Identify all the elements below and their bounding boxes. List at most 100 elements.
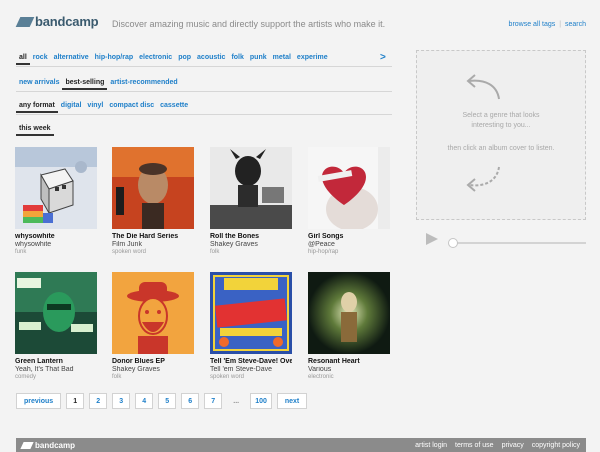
genre-divider [16, 66, 392, 67]
album-card[interactable]: Donor Blues EP Shakey Graves folk [112, 272, 194, 380]
artist-login-link[interactable]: artist login [415, 442, 447, 449]
album-title[interactable]: Tell 'Em Steve-Dave! Overkill Episodes [210, 358, 292, 365]
pagination: previous 1 2 3 4 5 6 7 ... 100 next [16, 393, 312, 409]
page-6-button[interactable]: 6 [181, 393, 200, 409]
time-tab-this-week[interactable]: this week [16, 122, 54, 136]
pagination-ellipsis: ... [233, 397, 240, 405]
genre-tab-alternative[interactable]: alternative [51, 51, 92, 65]
genre-tab-metal[interactable]: metal [270, 51, 294, 65]
tagline: Discover amazing music and directly supp… [112, 19, 386, 29]
album-cover[interactable] [308, 272, 390, 354]
play-icon[interactable] [424, 232, 440, 246]
genre-tab-experimental[interactable]: experime [294, 51, 331, 65]
search-link[interactable]: search [565, 21, 586, 28]
album-card[interactable]: whysowhite whysowhite funk [15, 147, 97, 255]
page-1-button[interactable]: 1 [66, 393, 85, 409]
bandcamp-logo[interactable]: bandcamp [15, 14, 99, 29]
page-5-button[interactable]: 5 [158, 393, 177, 409]
next-page-button[interactable]: next [276, 393, 308, 409]
footer-logo-mark-icon [20, 441, 34, 449]
album-genre: electronic [308, 374, 334, 380]
genre-tab-hip-hop-rap[interactable]: hip-hop/rap [92, 51, 137, 65]
album-card[interactable]: Girl Songs @Peace hip-hop/rap [308, 147, 390, 255]
sort-tab-new-arrivals[interactable]: new arrivals [16, 76, 62, 90]
top-links-separator: | [559, 21, 562, 28]
page-4-button[interactable]: 4 [135, 393, 154, 409]
album-title[interactable]: The Die Hard Series [112, 233, 194, 240]
album-card[interactable]: Resonant Heart Various electronic [308, 272, 390, 380]
album-title[interactable]: Resonant Heart [308, 358, 390, 365]
album-cover[interactable] [112, 272, 194, 354]
genre-next-arrow-icon[interactable]: > [380, 52, 386, 63]
page-100-button[interactable]: 100 [250, 393, 272, 409]
curved-arrow-up-icon [466, 74, 500, 100]
genre-tab-punk[interactable]: punk [247, 51, 270, 65]
player-placeholder: Select a genre that looks interesting to… [416, 50, 586, 220]
format-tab-digital[interactable]: digital [58, 99, 85, 113]
album-artist[interactable]: @Peace [308, 241, 390, 248]
album-title[interactable]: whysowhite [15, 233, 97, 240]
format-divider [16, 114, 392, 115]
format-tab-compact-disc[interactable]: compact disc [106, 99, 157, 113]
copyright-policy-link[interactable]: copyright policy [532, 442, 580, 449]
album-cover[interactable] [210, 272, 292, 354]
progress-track[interactable] [450, 242, 586, 244]
album-cover[interactable] [112, 147, 194, 229]
page-2-button[interactable]: 2 [89, 393, 108, 409]
sort-tab-artist-recommended[interactable]: artist-recommended [107, 76, 180, 90]
logo-mark-icon [15, 16, 35, 27]
album-title[interactable]: Girl Songs [308, 233, 390, 240]
format-tab-cassette[interactable]: cassette [157, 99, 191, 113]
album-artist[interactable]: whysowhite [15, 241, 97, 248]
album-genre: spoken word [210, 374, 245, 380]
player-hint-line-2: interesting to you... [471, 122, 531, 129]
album-cover[interactable] [308, 147, 390, 229]
album-genre: hip-hop/rap [308, 249, 339, 255]
genre-tab-acoustic[interactable]: acoustic [194, 51, 228, 65]
site-footer: bandcamp artist login terms of use priva… [16, 438, 586, 452]
genre-tab-folk[interactable]: folk [228, 51, 246, 65]
album-card[interactable]: Roll the Bones Shakey Graves folk [210, 147, 292, 255]
album-cover[interactable] [210, 147, 292, 229]
genre-tab-all[interactable]: all [16, 51, 30, 65]
album-artist[interactable]: Shakey Graves [210, 241, 292, 248]
footer-logo[interactable]: bandcamp [20, 441, 75, 450]
album-title[interactable]: Donor Blues EP [112, 358, 194, 365]
previous-page-button[interactable]: previous [16, 393, 62, 409]
genre-tab-rock[interactable]: rock [30, 51, 51, 65]
browse-all-tags-link[interactable]: browse all tags [509, 21, 556, 28]
format-tabs: any format digital vinyl compact disc ca… [16, 99, 191, 113]
album-cover[interactable] [15, 272, 97, 354]
album-title[interactable]: Roll the Bones [210, 233, 292, 240]
logo-text: bandcamp [35, 14, 99, 29]
format-tab-vinyl[interactable]: vinyl [84, 99, 106, 113]
album-artist[interactable]: Film Junk [112, 241, 194, 248]
album-artist[interactable]: Various [308, 366, 390, 373]
album-card[interactable]: The Die Hard Series Film Junk spoken wor… [112, 147, 194, 255]
album-artist[interactable]: Yeah, It's That Bad [15, 366, 97, 373]
album-genre: spoken word [112, 249, 147, 255]
album-title[interactable]: Green Lantern [15, 358, 97, 365]
player-hint-line-1: Select a genre that looks [462, 112, 540, 119]
format-tab-any[interactable]: any format [16, 99, 58, 113]
page-3-button[interactable]: 3 [112, 393, 131, 409]
album-genre: folk [112, 374, 122, 380]
footer-links: artist login terms of use privacy copyri… [407, 442, 580, 449]
page-7-button[interactable]: 7 [204, 393, 223, 409]
time-filter: this week [16, 122, 54, 136]
progress-knob[interactable] [448, 238, 458, 248]
album-card[interactable]: Green Lantern Yeah, It's That Bad comedy [15, 272, 97, 380]
genre-tab-electronic[interactable]: electronic [136, 51, 175, 65]
sort-tabs: new arrivals best-selling artist-recomme… [16, 76, 181, 90]
album-genre: comedy [15, 374, 37, 380]
album-artist[interactable]: Shakey Graves [112, 366, 194, 373]
album-cover[interactable] [15, 147, 97, 229]
genre-tab-pop[interactable]: pop [175, 51, 194, 65]
player-hint-line-3: then click an album cover to listen. [447, 145, 555, 152]
sort-tab-best-selling[interactable]: best-selling [62, 76, 108, 90]
terms-of-use-link[interactable]: terms of use [455, 442, 494, 449]
sort-divider [16, 91, 392, 92]
privacy-link[interactable]: privacy [502, 442, 524, 449]
album-card[interactable]: Tell 'Em Steve-Dave! Overkill Episodes T… [210, 272, 292, 380]
album-artist[interactable]: Tell 'em Steve-Dave [210, 366, 292, 373]
